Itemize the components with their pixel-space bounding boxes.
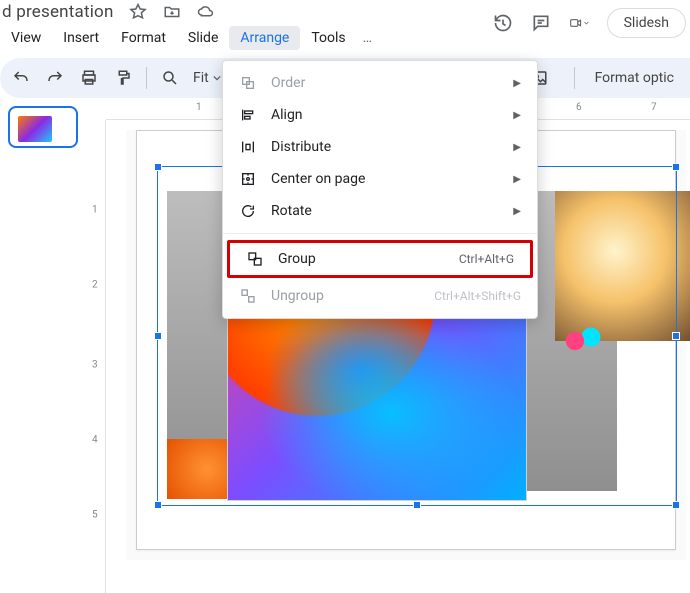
- move-to-folder-icon[interactable]: [162, 2, 182, 22]
- ruler-tick: 6: [576, 102, 582, 113]
- comments-icon[interactable]: [531, 13, 551, 33]
- resize-handle[interactable]: [672, 163, 680, 171]
- rotate-icon: [239, 203, 257, 219]
- keyboard-shortcut: Ctrl+Alt+G: [459, 252, 514, 266]
- submenu-arrow-icon: ▶: [513, 78, 521, 89]
- menu-item-distribute[interactable]: Distribute ▶: [223, 131, 537, 163]
- align-icon: [239, 107, 257, 123]
- vertical-ruler: 1 2 3 4 5: [86, 120, 106, 593]
- resize-handle[interactable]: [154, 332, 162, 340]
- menu-item-rotate[interactable]: Rotate ▶: [223, 195, 537, 227]
- menu-format[interactable]: Format: [110, 26, 177, 50]
- submenu-arrow-icon: ▶: [513, 174, 521, 185]
- slideshow-button[interactable]: Slidesh: [607, 8, 686, 38]
- menu-label: Order: [271, 75, 499, 91]
- menu-label: Ungroup: [271, 288, 420, 304]
- group-icon: [246, 251, 264, 267]
- menu-label: Group: [278, 251, 445, 267]
- menu-tools[interactable]: Tools: [300, 26, 356, 50]
- distribute-icon: [239, 139, 257, 155]
- ruler-tick: 5: [92, 510, 98, 521]
- menu-item-ungroup[interactable]: Ungroup Ctrl+Alt+Shift+G: [223, 280, 537, 312]
- menu-item-align[interactable]: Align ▶: [223, 99, 537, 131]
- menu-label: Align: [271, 107, 499, 123]
- chevron-down-icon: [213, 74, 221, 82]
- undo-icon[interactable]: [6, 63, 36, 93]
- menu-label: Center on page: [271, 171, 499, 187]
- submenu-arrow-icon: ▶: [513, 110, 521, 121]
- submenu-arrow-icon: ▶: [513, 206, 521, 217]
- resize-handle[interactable]: [154, 501, 162, 509]
- ungroup-icon: [239, 288, 257, 304]
- menu-label: Rotate: [271, 203, 499, 219]
- meet-camera-icon[interactable]: [569, 13, 589, 33]
- thumbnail-content: [18, 116, 52, 142]
- menu-separator: [223, 233, 537, 234]
- format-options-button[interactable]: Format optic: [595, 70, 674, 86]
- menu-item-group[interactable]: Group Ctrl+Alt+G: [227, 240, 533, 278]
- redo-icon[interactable]: [40, 63, 70, 93]
- resize-handle[interactable]: [672, 332, 680, 340]
- menu-item-center-on-page[interactable]: Center on page ▶: [223, 163, 537, 195]
- chevron-down-icon: [584, 19, 589, 27]
- ruler-tick: 2: [92, 280, 98, 291]
- zoom-value: Fit: [193, 70, 209, 86]
- ruler-tick: 1: [92, 205, 98, 216]
- menu-slide[interactable]: Slide: [177, 26, 229, 50]
- menu-more[interactable]: …: [357, 26, 378, 50]
- menu-insert[interactable]: Insert: [52, 26, 110, 50]
- slide-thumbnail-1[interactable]: [8, 106, 78, 148]
- cloud-status-icon[interactable]: [196, 2, 216, 22]
- center-on-page-icon: [239, 171, 257, 187]
- history-icon[interactable]: [493, 13, 513, 33]
- menu-item-order[interactable]: Order ▶: [223, 67, 537, 99]
- star-icon[interactable]: [128, 2, 148, 22]
- ruler-tick: 7: [651, 102, 657, 113]
- ruler-tick: 1: [196, 102, 202, 113]
- order-icon: [239, 75, 257, 91]
- keyboard-shortcut: Ctrl+Alt+Shift+G: [434, 289, 521, 303]
- slide-thumbnails-panel: [0, 100, 86, 593]
- zoom-dropdown[interactable]: Fit: [189, 70, 225, 86]
- submenu-arrow-icon: ▶: [513, 142, 521, 153]
- ruler-tick: 4: [92, 435, 98, 446]
- resize-handle[interactable]: [672, 501, 680, 509]
- zoom-icon[interactable]: [155, 63, 185, 93]
- ruler-tick: 3: [92, 360, 98, 371]
- menu-label: Distribute: [271, 139, 499, 155]
- separator: [146, 67, 147, 89]
- separator: [574, 67, 575, 89]
- resize-handle[interactable]: [413, 501, 421, 509]
- document-title[interactable]: d presentation: [2, 2, 114, 22]
- menu-arrange[interactable]: Arrange: [229, 26, 300, 50]
- resize-handle[interactable]: [154, 163, 162, 171]
- menu-view[interactable]: View: [0, 26, 52, 50]
- arrange-menu: Order ▶ Align ▶ Distribute ▶ Center on p…: [222, 60, 538, 319]
- print-icon[interactable]: [74, 63, 104, 93]
- paint-format-icon[interactable]: [108, 63, 138, 93]
